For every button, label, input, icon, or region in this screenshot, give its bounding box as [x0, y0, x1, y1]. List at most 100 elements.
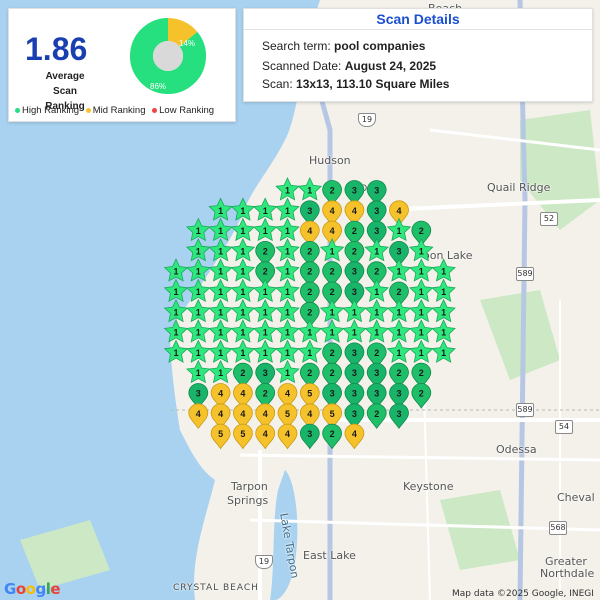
ranking-marker[interactable]: 1: [186, 298, 211, 323]
ranking-marker-label: 1: [173, 267, 178, 277]
ranking-marker[interactable]: 1: [275, 237, 300, 262]
ranking-marker[interactable]: 1: [186, 359, 211, 384]
ranking-marker[interactable]: 1: [208, 237, 233, 262]
ranking-marker[interactable]: 5: [210, 423, 231, 450]
ranking-marker-label: 3: [330, 389, 335, 399]
ranking-marker[interactable]: 2: [322, 423, 343, 450]
ranking-marker[interactable]: 1: [386, 258, 412, 282]
ranking-marker-label: 1: [285, 328, 290, 338]
ranking-marker[interactable]: 1: [431, 278, 456, 302]
ranking-marker[interactable]: 1: [186, 319, 211, 343]
ranking-marker[interactable]: 2: [366, 403, 387, 430]
ranking-marker[interactable]: 1: [319, 319, 345, 343]
ranking-marker[interactable]: 1: [275, 278, 300, 302]
ranking-marker[interactable]: 1: [319, 237, 345, 262]
ranking-marker[interactable]: 1: [409, 339, 434, 363]
ranking-marker[interactable]: 1: [230, 298, 256, 323]
ranking-marker[interactable]: 1: [208, 278, 233, 302]
ranking-marker[interactable]: 1: [208, 339, 233, 363]
ranking-marker[interactable]: 1: [275, 359, 300, 384]
ranking-marker-label: 2: [396, 368, 401, 378]
ranking-marker[interactable]: 1: [275, 197, 300, 221]
ranking-marker-label: 1: [419, 267, 424, 277]
ranking-marker-label: 2: [352, 226, 357, 236]
ranking-marker[interactable]: 1: [230, 278, 256, 302]
ranking-marker[interactable]: 1: [163, 258, 189, 282]
ranking-marker[interactable]: 1: [386, 217, 412, 242]
ranking-marker[interactable]: 2: [411, 383, 432, 409]
ranking-marker[interactable]: 1: [163, 339, 189, 363]
ranking-marker[interactable]: 4: [188, 403, 209, 430]
ranking-marker[interactable]: 1: [252, 278, 278, 302]
ranking-marker[interactable]: 4: [344, 423, 365, 450]
legend-item-high: High Ranking: [15, 105, 79, 116]
ranking-marker[interactable]: 1: [208, 258, 233, 282]
ranking-marker[interactable]: 4: [277, 423, 298, 450]
ranking-marker[interactable]: 1: [252, 217, 278, 242]
ranking-marker[interactable]: 1: [230, 258, 256, 282]
ranking-marker[interactable]: 1: [163, 319, 189, 343]
ranking-marker[interactable]: 1: [230, 237, 256, 262]
ranking-marker[interactable]: 1: [364, 298, 389, 323]
ranking-marker[interactable]: 1: [409, 237, 434, 262]
ranking-marker[interactable]: 1: [297, 339, 323, 363]
ranking-marker-label: 1: [218, 206, 223, 216]
ranking-marker[interactable]: 1: [230, 217, 256, 242]
ranking-marker[interactable]: 1: [275, 298, 300, 323]
ranking-marker[interactable]: 1: [208, 359, 233, 384]
ranking-marker[interactable]: 3: [389, 403, 409, 430]
ranking-marker[interactable]: 5: [232, 423, 253, 450]
ranking-marker[interactable]: 1: [409, 258, 434, 282]
ranking-marker[interactable]: 1: [275, 177, 300, 201]
ranking-marker[interactable]: 3: [299, 423, 320, 450]
ranking-marker[interactable]: 1: [208, 217, 233, 242]
ranking-marker[interactable]: 1: [208, 298, 233, 323]
ranking-marker[interactable]: 1: [186, 278, 211, 302]
ranking-marker[interactable]: 1: [409, 319, 434, 343]
ranking-marker[interactable]: 1: [163, 278, 189, 302]
ranking-marker-label: 3: [307, 429, 312, 439]
ranking-marker[interactable]: 1: [208, 319, 233, 343]
ranking-marker[interactable]: 1: [186, 217, 211, 242]
ranking-marker-label: 1: [419, 287, 424, 297]
ranking-marker[interactable]: 1: [252, 319, 278, 343]
ranking-marker[interactable]: 1: [342, 319, 367, 343]
ranking-marker[interactable]: 1: [252, 339, 278, 363]
ranking-marker[interactable]: 1: [230, 197, 256, 221]
ranking-marker[interactable]: 1: [275, 339, 300, 363]
ranking-marker[interactable]: 1: [342, 298, 367, 323]
ranking-marker[interactable]: 1: [431, 258, 456, 282]
ranking-marker[interactable]: 1: [386, 339, 412, 363]
ranking-marker[interactable]: 1: [186, 339, 211, 363]
ranking-marker[interactable]: 1: [431, 319, 456, 343]
ranking-marker[interactable]: 1: [386, 298, 412, 323]
ranking-marker[interactable]: 1: [230, 319, 256, 343]
ranking-marker[interactable]: 1: [163, 298, 189, 323]
ranking-marker[interactable]: 1: [297, 319, 323, 343]
ranking-marker[interactable]: 1: [319, 298, 345, 323]
ranking-marker[interactable]: 1: [409, 298, 434, 323]
ranking-marker[interactable]: 1: [252, 197, 278, 221]
ranking-marker[interactable]: 1: [186, 237, 211, 262]
ranking-marker[interactable]: 1: [431, 298, 456, 323]
ranking-marker[interactable]: 1: [230, 339, 256, 363]
ranking-marker[interactable]: 1: [364, 237, 389, 262]
ranking-marker[interactable]: 1: [364, 278, 389, 302]
ranking-marker[interactable]: 1: [386, 319, 412, 343]
ranking-marker[interactable]: 1: [252, 298, 278, 323]
ranking-marker[interactable]: 1: [409, 278, 434, 302]
ranking-marker[interactable]: 1: [186, 258, 211, 282]
ranking-marker[interactable]: 1: [431, 339, 456, 363]
google-logo[interactable]: Google: [4, 580, 61, 598]
ranking-marker-label: 1: [441, 307, 446, 317]
ranking-marker[interactable]: 1: [275, 258, 300, 282]
ranking-marker-label: 1: [173, 307, 178, 317]
ranking-marker[interactable]: 1: [275, 217, 300, 242]
ranking-marker[interactable]: 1: [364, 319, 389, 343]
ranking-marker-label: 1: [330, 328, 335, 338]
ranking-marker[interactable]: 1: [208, 197, 233, 221]
map-attribution[interactable]: Map data ©2025 Google, INEGI: [452, 589, 594, 599]
ranking-marker[interactable]: 1: [297, 177, 323, 201]
ranking-marker[interactable]: 1: [275, 319, 300, 343]
ranking-marker[interactable]: 4: [255, 423, 276, 450]
